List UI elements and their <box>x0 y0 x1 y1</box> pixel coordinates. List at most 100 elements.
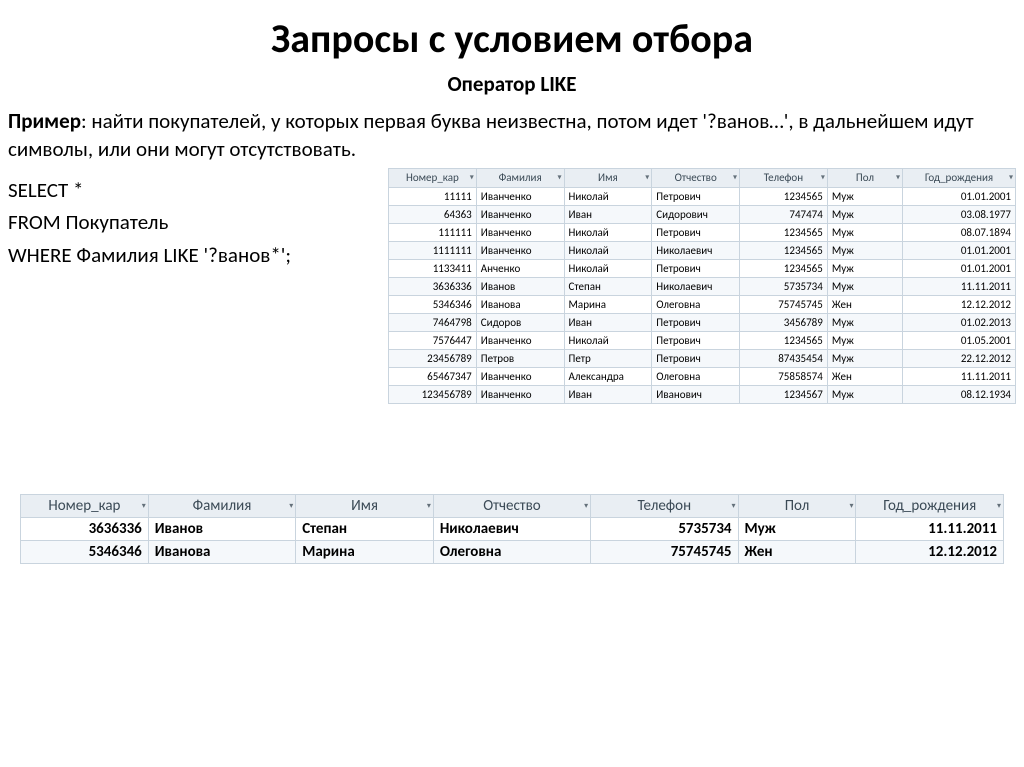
dropdown-icon[interactable]: ▾ <box>470 170 474 185</box>
table-cell: 12.12.2012 <box>856 540 1004 563</box>
dropdown-icon[interactable]: ▾ <box>427 496 431 516</box>
table-row: 123456789ИванченкоИванИванович1234567Муж… <box>389 385 1016 403</box>
table-cell: Николай <box>564 259 652 277</box>
table-cell: 11.11.2011 <box>903 277 1016 295</box>
dropdown-icon[interactable]: ▾ <box>142 496 146 516</box>
col-header[interactable]: Год_рождения▾ <box>856 494 1004 517</box>
sql-block: SELECT * FROM Покупатель WHERE Фамилия L… <box>8 174 380 272</box>
dropdown-icon[interactable]: ▾ <box>732 496 736 516</box>
table-cell: 3456789 <box>740 313 828 331</box>
col-header[interactable]: Имя▾ <box>564 168 652 187</box>
table-cell: 11111 <box>389 187 477 205</box>
col-header[interactable]: Год_рождения▾ <box>903 168 1016 187</box>
table-row: 1133411АнченкоНиколайПетрович1234565Муж0… <box>389 259 1016 277</box>
dropdown-icon[interactable]: ▾ <box>558 170 562 185</box>
example-label: Пример <box>8 108 81 134</box>
dropdown-icon[interactable]: ▾ <box>997 496 1001 516</box>
table-cell: Петр <box>564 349 652 367</box>
table-cell: 23456789 <box>389 349 477 367</box>
table-cell: Иванов <box>148 517 295 540</box>
page-title: Запросы с условием отбора <box>8 14 1016 63</box>
table-cell: Николай <box>564 331 652 349</box>
table-row: 64363ИванченкоИванСидорович747474Муж03.0… <box>389 205 1016 223</box>
table-cell: 01.01.2001 <box>903 187 1016 205</box>
table-cell: Иванченко <box>476 385 564 403</box>
table-cell: 01.01.2001 <box>903 241 1016 259</box>
table-cell: 65467347 <box>389 367 477 385</box>
table-cell: 12.12.2012 <box>903 295 1016 313</box>
table-cell: Сидорович <box>652 205 740 223</box>
table-cell: Петрович <box>652 331 740 349</box>
table-cell: Жен <box>738 540 856 563</box>
table-cell: Марина <box>296 540 434 563</box>
col-header[interactable]: Телефон▾ <box>591 494 738 517</box>
table-row: 65467347ИванченкоАлександраОлеговна75858… <box>389 367 1016 385</box>
table-row: 3636336ИвановСтепанНиколаевич5735734Муж1… <box>389 277 1016 295</box>
table-cell: Олеговна <box>652 295 740 313</box>
table-cell: 5735734 <box>591 517 738 540</box>
table-cell: 1234565 <box>740 187 828 205</box>
dropdown-icon[interactable]: ▾ <box>645 170 649 185</box>
table-cell: 75745745 <box>591 540 738 563</box>
col-header[interactable]: Отчество▾ <box>433 494 590 517</box>
table-cell: Иван <box>564 313 652 331</box>
dropdown-icon[interactable]: ▾ <box>584 496 588 516</box>
dropdown-icon[interactable]: ▾ <box>733 170 737 185</box>
table-cell: 747474 <box>740 205 828 223</box>
table-cell: Жен <box>827 295 902 313</box>
dropdown-icon[interactable]: ▾ <box>821 170 825 185</box>
col-header[interactable]: Пол▾ <box>827 168 902 187</box>
table-cell: Степан <box>296 517 434 540</box>
table-cell: 5346346 <box>21 540 149 563</box>
table-cell: Петрович <box>652 313 740 331</box>
col-header[interactable]: Имя▾ <box>296 494 434 517</box>
table-cell: Муж <box>827 349 902 367</box>
dropdown-icon[interactable]: ▾ <box>289 496 293 516</box>
table-cell: Олеговна <box>652 367 740 385</box>
table-cell: Иванова <box>476 295 564 313</box>
col-header[interactable]: Номер_кар▾ <box>21 494 149 517</box>
col-header[interactable]: Отчество▾ <box>652 168 740 187</box>
table-row: 3636336ИвановСтепанНиколаевич5735734Муж1… <box>21 517 1004 540</box>
table-cell: Марина <box>564 295 652 313</box>
table-cell: 75858574 <box>740 367 828 385</box>
table-cell: Иванченко <box>476 205 564 223</box>
table-cell: 3636336 <box>389 277 477 295</box>
table-cell: 1234567 <box>740 385 828 403</box>
table-cell: Петров <box>476 349 564 367</box>
table-cell: 1234565 <box>740 331 828 349</box>
table-cell: Николаевич <box>433 517 590 540</box>
sql-line: SELECT * <box>8 174 380 207</box>
table-cell: 08.07.1894 <box>903 223 1016 241</box>
table-cell: Анченко <box>476 259 564 277</box>
table-header-row: Номер_кар▾ Фамилия▾ Имя▾ Отчество▾ Телеф… <box>389 168 1016 187</box>
col-header[interactable]: Фамилия▾ <box>476 168 564 187</box>
dropdown-icon[interactable]: ▾ <box>849 496 853 516</box>
table-cell: Жен <box>827 367 902 385</box>
table-cell: Петрович <box>652 187 740 205</box>
table-cell: Муж <box>827 259 902 277</box>
dropdown-icon[interactable]: ▾ <box>896 170 900 185</box>
dropdown-icon[interactable]: ▾ <box>1009 170 1013 185</box>
table-cell: Николаевич <box>652 241 740 259</box>
table-cell: 08.12.1934 <box>903 385 1016 403</box>
result-table: Номер_кар▾ Фамилия▾ Имя▾ Отчество▾ Телеф… <box>20 494 1004 564</box>
sql-line: WHERE Фамилия LIKE '?ванов*'; <box>8 239 380 272</box>
col-header[interactable]: Фамилия▾ <box>148 494 295 517</box>
table-cell: Муж <box>827 205 902 223</box>
table-cell: 03.08.1977 <box>903 205 1016 223</box>
col-header[interactable]: Телефон▾ <box>740 168 828 187</box>
table-cell: Иванченко <box>476 241 564 259</box>
table-cell: Иванова <box>148 540 295 563</box>
table-cell: Муж <box>738 517 856 540</box>
table-cell: Николай <box>564 223 652 241</box>
table-cell: Александра <box>564 367 652 385</box>
table-cell: Муж <box>827 223 902 241</box>
table-cell: Николаевич <box>652 277 740 295</box>
table-cell: Петрович <box>652 349 740 367</box>
table-cell: Иванченко <box>476 331 564 349</box>
col-header[interactable]: Номер_кар▾ <box>389 168 477 187</box>
example-paragraph: Пример: найти покупателей, у которых пер… <box>8 107 1016 164</box>
table-cell: 123456789 <box>389 385 477 403</box>
col-header[interactable]: Пол▾ <box>738 494 856 517</box>
